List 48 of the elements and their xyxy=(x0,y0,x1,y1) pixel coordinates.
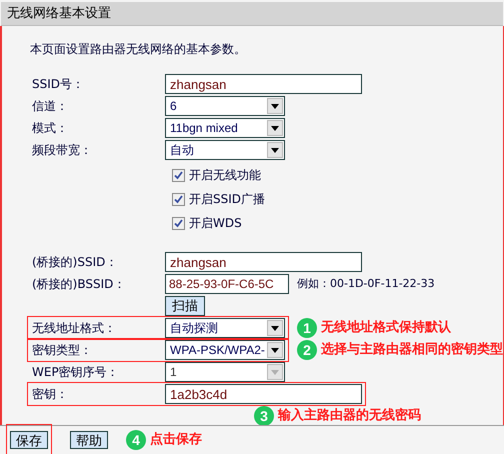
footer-button[interactable]: 保存 xyxy=(10,431,48,449)
text-field[interactable]: zhangsan xyxy=(165,74,362,94)
field-label: 密钥： xyxy=(32,386,69,403)
note-text: 点击保存 xyxy=(150,431,202,450)
check-icon xyxy=(174,170,183,180)
number-badge: 1 xyxy=(297,318,317,338)
field-label: 密钥类型： xyxy=(32,342,93,359)
dropdown[interactable]: 11bgn mixed xyxy=(165,118,285,138)
dropdown[interactable]: WPA-PSK/WPA2- xyxy=(165,340,285,360)
text-field[interactable]: 88-25-93-0F-C6-5C xyxy=(165,274,289,294)
scan-button[interactable]: 扫描 xyxy=(165,296,205,316)
dropdown[interactable]: 6 xyxy=(165,96,285,116)
dropdown[interactable]: 自动 xyxy=(165,140,285,160)
text-field[interactable]: 1a2b3c4d xyxy=(165,384,362,404)
caret-icon xyxy=(271,348,279,352)
footer-button[interactable]: 帮助 xyxy=(70,431,108,449)
field-label: (桥接的)SSID： xyxy=(32,254,118,271)
field-label: 无线地址格式： xyxy=(32,320,117,337)
window-title: 无线网络基本设置 xyxy=(7,4,111,23)
number-badge: 2 xyxy=(297,340,317,360)
number-badge: 3 xyxy=(254,406,274,426)
field-label: 信道： xyxy=(32,98,69,115)
note-text: 选择与主路由器相同的密钥类型 xyxy=(321,340,503,360)
caret-icon xyxy=(271,326,279,330)
check-icon xyxy=(174,218,183,228)
checkbox-label: 开启WDS xyxy=(189,215,242,232)
number-badge: 4 xyxy=(126,430,146,450)
text-field[interactable]: zhangsan xyxy=(165,252,362,272)
description-text: 本页面设置路由器无线网络的基本参数。 xyxy=(30,41,247,58)
field-label: 频段带宽： xyxy=(32,142,93,159)
caret-icon xyxy=(271,370,279,374)
field-label: WEP密钥序号： xyxy=(32,364,120,381)
checkbox-label: 开启无线功能 xyxy=(189,167,261,184)
check-icon xyxy=(174,194,183,204)
note-text: 输入主路由器的无线密码 xyxy=(278,406,421,426)
checkbox[interactable] xyxy=(172,216,185,230)
note-text: 无线地址格式保持默认 xyxy=(321,319,451,338)
example-text: 例如：00-1D-0F-11-22-33 xyxy=(297,276,435,292)
field-label: 模式： xyxy=(32,120,69,137)
field-label: (桥接的)BSSID： xyxy=(32,276,126,293)
field-label: SSID号： xyxy=(32,76,86,93)
caret-icon xyxy=(271,104,279,108)
checkbox[interactable] xyxy=(172,168,185,182)
checkbox-label: 开启SSID广播 xyxy=(189,191,266,208)
caret-icon xyxy=(271,126,279,130)
checkbox[interactable] xyxy=(172,192,185,206)
caret-icon xyxy=(271,148,279,152)
dropdown[interactable]: 自动探测 xyxy=(165,318,285,338)
